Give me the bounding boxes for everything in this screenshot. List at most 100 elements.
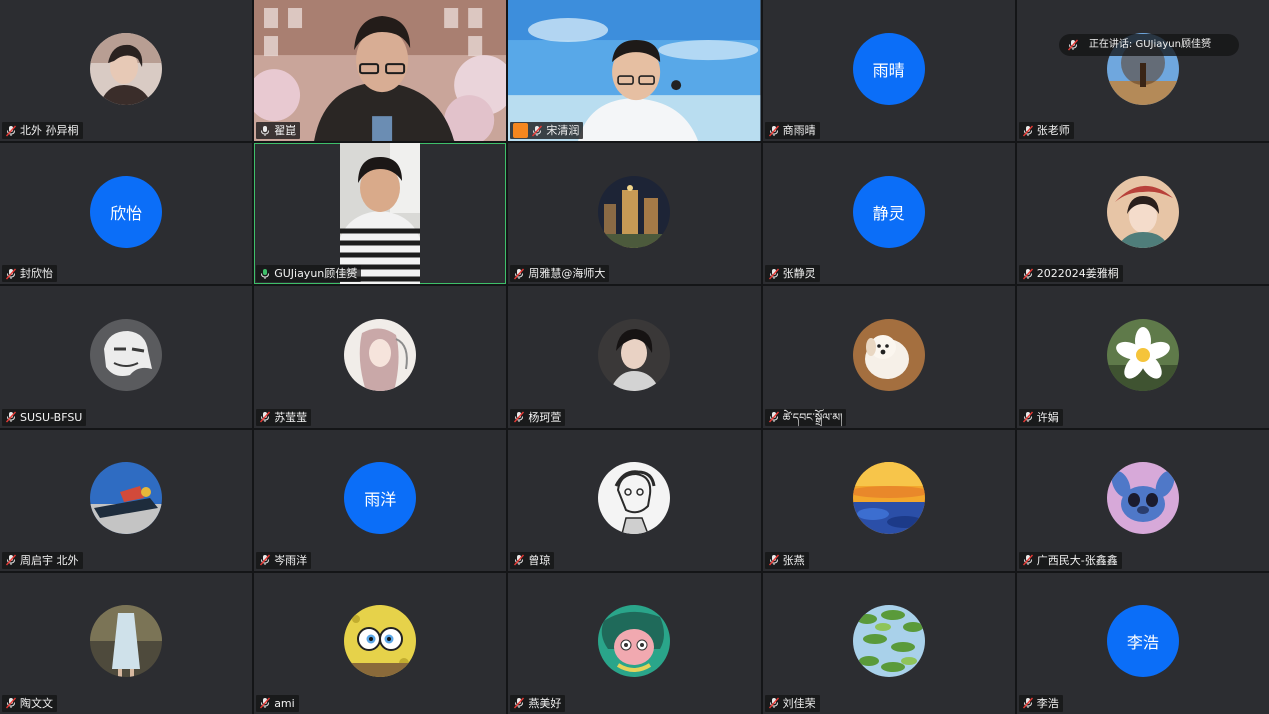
night-city-avatar	[598, 175, 671, 248]
participant-name-tag: 周启宇 北外	[2, 551, 83, 569]
spongebob-avatar	[344, 605, 417, 678]
participant-name: ཚེ་དབང་སྒྲོལ་མ།	[782, 410, 843, 424]
participant-name-tag: 曾琼	[510, 551, 555, 569]
mic-muted-icon	[532, 125, 543, 137]
participant-name-tag: 2022024姜雅桐	[1018, 265, 1123, 283]
mic-muted-icon	[1022, 698, 1033, 709]
mic-on-icon	[261, 125, 270, 136]
participant-name: 2022024姜雅桐	[1036, 267, 1119, 281]
flower-avatar	[1106, 318, 1179, 391]
participant-tile[interactable]: 苏莹莹	[254, 286, 507, 428]
mic-muted-icon	[768, 125, 779, 137]
participant-tile[interactable]: 周雅慧@海师大	[508, 143, 761, 285]
participant-name-tag: 宋清润	[510, 122, 584, 140]
mic-muted-icon	[1067, 39, 1078, 51]
participant-tile[interactable]: 张燕	[762, 429, 1015, 571]
mic-muted-icon	[514, 411, 525, 423]
speaking-indicator: 正在讲话: GUJiayun顾佳赟	[1058, 34, 1239, 56]
initials-avatar: 欣怡	[90, 175, 163, 248]
stitch-cartoon-avatar	[1106, 462, 1179, 535]
participant-name: 周雅慧@海师大	[528, 267, 606, 281]
speaking-indicator-text: 正在讲话: GUJiayun顾佳赟	[1088, 39, 1211, 50]
participant-name-tag: GUJiayun顾佳赟	[256, 265, 362, 283]
participant-tile[interactable]: 欣怡 封欣怡	[0, 143, 253, 285]
comic-sketch-avatar	[598, 462, 671, 535]
participant-name: ami	[274, 696, 295, 710]
participant-video	[508, 0, 761, 142]
initials-avatar: 静灵	[852, 175, 925, 248]
participant-tile[interactable]: 2022024姜雅桐	[1016, 143, 1269, 285]
participant-name-tag: 张静灵	[764, 265, 820, 283]
participant-tile[interactable]: 北外 孙异桐	[0, 0, 253, 142]
boat-avatar	[90, 462, 163, 535]
participant-tile[interactable]: 燕美好	[508, 572, 761, 714]
participant-tile[interactable]: 刘佳荣	[762, 572, 1015, 714]
participant-name: 周启宇 北外	[20, 553, 79, 567]
participant-name: 翟崑	[274, 124, 297, 138]
participant-name-tag: 张老师	[1018, 122, 1074, 140]
participant-tile[interactable]: GUJiayun顾佳赟	[254, 143, 507, 285]
participant-tile[interactable]: SUSU-BFSU	[0, 286, 253, 428]
puppy-avatar	[852, 318, 925, 391]
portrait-photo-avatar	[90, 32, 163, 105]
participant-tile[interactable]: 翟崑	[254, 0, 507, 142]
participant-name: GUJiayun顾佳赟	[274, 267, 358, 281]
mic-muted-icon	[260, 411, 271, 423]
participant-name: 刘佳荣	[782, 696, 816, 710]
participant-name-tag: ཚེ་དབང་སྒྲོལ་མ།	[764, 408, 847, 426]
participant-name: 张静灵	[782, 267, 816, 281]
participant-tile[interactable]: 宋清润	[508, 0, 761, 142]
mic-muted-icon	[260, 698, 271, 709]
participant-tile[interactable]: ami	[254, 572, 507, 714]
sunset-avatar	[852, 462, 925, 535]
mic-muted-icon	[768, 411, 779, 423]
participant-tile[interactable]: 静灵 张静灵	[762, 143, 1015, 285]
participant-tile[interactable]: 李浩 李浩	[1016, 572, 1269, 714]
dress-photo-avatar	[90, 605, 163, 678]
participant-name: 封欣怡	[20, 267, 53, 281]
participant-name-tag: 燕美好	[510, 694, 566, 712]
mic-muted-icon	[1022, 268, 1033, 280]
participant-name: 北外 孙异桐	[20, 124, 79, 138]
participant-tile[interactable]: 周启宇 北外	[0, 429, 253, 571]
illustrated-girl-avatar	[1106, 175, 1179, 248]
mic-muted-icon	[768, 268, 779, 280]
mic-muted-icon	[260, 554, 271, 566]
sketch-face-avatar	[90, 318, 163, 391]
participant-name: 曾琼	[528, 553, 551, 567]
participant-name: 苏莹莹	[274, 410, 308, 424]
participant-tile[interactable]: 雨洋 岑雨洋	[254, 429, 507, 571]
participant-name-tag: 周雅慧@海师大	[510, 265, 610, 283]
participant-tile[interactable]: 曾琼	[508, 429, 761, 571]
green-leaves-avatar	[852, 605, 925, 678]
participant-tile[interactable]: 杨珂萱	[508, 286, 761, 428]
participant-name: 许娟	[1036, 410, 1059, 424]
participant-tile[interactable]: 陶文文	[0, 572, 253, 714]
mic-muted-icon	[5, 411, 17, 423]
participant-name-tag: 北外 孙异桐	[2, 122, 83, 140]
participant-name: 李浩	[1036, 696, 1059, 710]
mic-muted-icon	[768, 554, 779, 566]
mic-muted-icon	[5, 698, 17, 709]
participant-grid: 北外 孙异桐 翟崑 宋清润 雨晴 商雨晴 正在讲话: GUJiayun顾佳赟 张…	[0, 0, 1269, 714]
mic-active-icon	[261, 268, 270, 279]
participant-tile[interactable]: 广西民大-张鑫鑫	[1016, 429, 1269, 571]
participant-tile[interactable]: 正在讲话: GUJiayun顾佳赟 张老师	[1016, 0, 1269, 142]
participant-name-tag: 杨珂萱	[510, 408, 566, 426]
initials-avatar: 李浩	[1106, 605, 1179, 678]
host-icon	[513, 123, 529, 139]
participant-name: 张老师	[1036, 124, 1070, 138]
mic-muted-icon	[514, 554, 525, 566]
participant-tile[interactable]: 雨晴 商雨晴	[762, 0, 1015, 142]
participant-name-tag: 陶文文	[2, 694, 57, 712]
participant-name-tag: 封欣怡	[2, 265, 57, 283]
participant-name-tag: SUSU-BFSU	[2, 408, 87, 426]
participant-name: 广西民大-张鑫鑫	[1036, 553, 1118, 567]
participant-tile[interactable]: ཚེ་དབང་སྒྲོལ་མ།	[762, 286, 1015, 428]
participant-video	[254, 0, 507, 142]
participant-name-tag: 广西民大-张鑫鑫	[1018, 551, 1122, 569]
participant-name-tag: 苏莹莹	[256, 408, 312, 426]
participant-name: 张燕	[782, 553, 805, 567]
mic-muted-icon	[514, 268, 525, 280]
participant-tile[interactable]: 许娟	[1016, 286, 1269, 428]
